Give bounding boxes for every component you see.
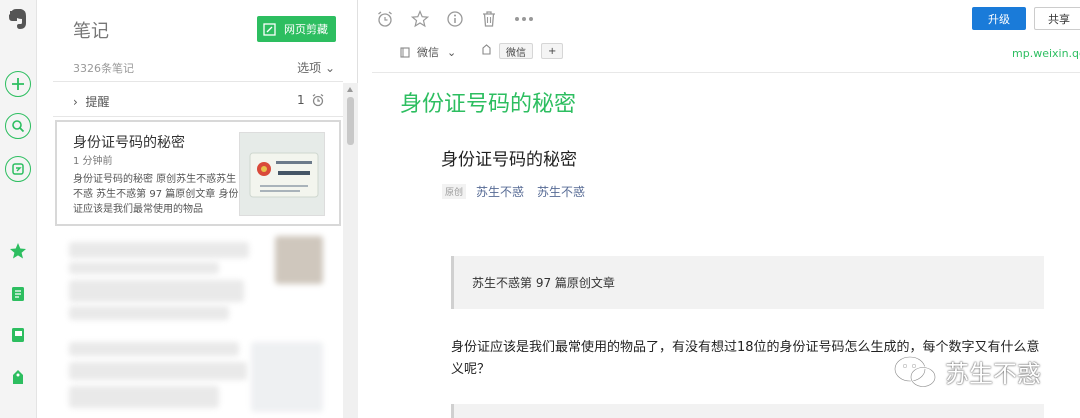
header-divider [372, 72, 1080, 73]
list-item-thumbnail [275, 236, 323, 284]
list-item[interactable] [69, 342, 239, 356]
list-item [69, 280, 244, 302]
shortcuts-star-icon[interactable] [5, 238, 31, 264]
web-clip-button[interactable]: 网页剪藏 [257, 16, 336, 42]
note-list-scrollbar[interactable] [343, 83, 358, 418]
list-item [69, 362, 247, 380]
wechat-logo-icon [893, 355, 937, 388]
notes-icon[interactable] [5, 281, 31, 307]
source-url[interactable]: mp.weixin.qq [1012, 47, 1080, 60]
share-button[interactable]: 共享 [1034, 7, 1080, 30]
web-clip-label: 网页剪藏 [284, 23, 328, 36]
elephant-logo-icon[interactable] [5, 6, 31, 32]
note-card-time: 1 分钟前 [73, 156, 113, 167]
article-title: 身份证号码的秘密 [441, 150, 577, 170]
reminder-alarm-icon[interactable] [375, 9, 395, 29]
notebooks-icon[interactable] [5, 322, 31, 348]
work-chat-icon[interactable] [5, 156, 31, 182]
shortcut-star-icon[interactable] [410, 9, 430, 29]
reminder-count-value: 1 [297, 93, 305, 107]
chevron-down-icon: ⌄ [321, 61, 335, 75]
note-card-selected[interactable]: 身份证号码的秘密 1 分钟前 身份证号码的秘密 原创苏生不惑苏生不惑 苏生不惑第… [55, 120, 341, 226]
blockquote [451, 404, 1044, 418]
note-count: 3326条笔记 [73, 62, 134, 75]
new-note-icon[interactable] [5, 71, 31, 97]
list-item [69, 262, 219, 274]
note-list-title: 笔记 [73, 21, 109, 42]
chevron-right-icon: › [73, 95, 78, 109]
chevron-down-icon: ⌄ [447, 45, 457, 59]
tag-icon [482, 44, 491, 55]
tags-icon[interactable] [5, 364, 31, 390]
reminders-label: 提醒 [85, 95, 110, 109]
account-link[interactable]: 苏生不惑 [537, 183, 585, 200]
note-list-panel: 笔记 网页剪藏 3326条笔记 选项 ⌄ › 提醒 1 身份证号码的秘密 1 分… [53, 0, 358, 418]
upgrade-button[interactable]: 升级 [972, 7, 1026, 30]
reminders-toggle[interactable]: › 提醒 [73, 93, 109, 110]
list-item[interactable] [69, 242, 249, 258]
options-label: 选项 [297, 61, 322, 75]
evernote-window: 笔记 网页剪藏 3326条笔记 选项 ⌄ › 提醒 1 身份证号码的秘密 1 分… [0, 0, 1080, 418]
blockquote: 苏生不惑第 97 篇原创文章 [451, 256, 1044, 309]
notebook-selector[interactable]: 微信 ⌄ [400, 44, 456, 60]
watermark-text: 苏生不惑 [945, 360, 1041, 388]
tag-chip[interactable]: 微信 [499, 43, 533, 59]
info-icon[interactable] [445, 9, 465, 29]
note-card-thumbnail [239, 132, 325, 216]
note-card-snippet: 身份证号码的秘密 原创苏生不惑苏生不惑 苏生不惑第 97 篇原创文章 身份证应该… [73, 174, 239, 215]
list-item-thumbnail [251, 342, 323, 412]
note-title[interactable]: 身份证号码的秘密 [400, 86, 576, 118]
wechat-watermark: 苏生不惑 [893, 354, 1041, 389]
more-options-icon[interactable] [514, 9, 534, 29]
notebook-icon [400, 46, 410, 58]
list-item [69, 306, 229, 320]
add-tag-button[interactable]: + [541, 43, 564, 59]
author-link[interactable]: 苏生不惑 [476, 183, 524, 200]
divider [53, 81, 343, 82]
left-rail [0, 0, 37, 418]
divider [53, 116, 343, 117]
scrollbar-thumb[interactable] [347, 97, 354, 145]
notebook-name: 微信 [417, 46, 439, 59]
trash-icon[interactable] [479, 9, 499, 29]
original-badge: 原创 [442, 184, 467, 199]
search-icon[interactable] [5, 113, 31, 139]
quote-text: 苏生不惑第 97 篇原创文章 [472, 276, 615, 290]
reminder-count: 1 [297, 93, 325, 107]
clip-icon [263, 22, 276, 36]
options-dropdown[interactable]: 选项 ⌄ [297, 59, 335, 76]
list-item [69, 386, 219, 408]
note-card-title: 身份证号码的秘密 [73, 135, 185, 151]
alarm-clock-icon [312, 93, 324, 107]
scroll-up-arrow-icon[interactable] [347, 87, 353, 92]
